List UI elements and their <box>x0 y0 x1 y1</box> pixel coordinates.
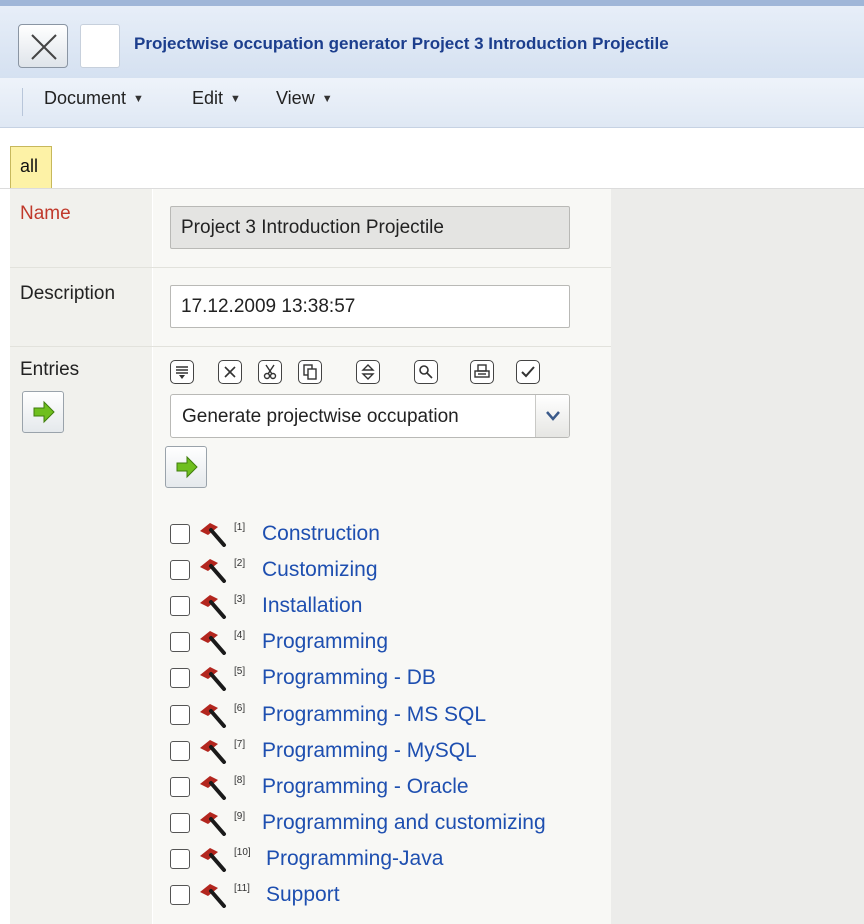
entry-checkbox[interactable] <box>170 632 190 652</box>
check-icon[interactable] <box>516 360 540 384</box>
document-icon <box>80 24 120 68</box>
description-field[interactable]: 17.12.2009 13:38:57 <box>170 285 570 328</box>
hammer-icon <box>200 704 226 728</box>
arrow-right-icon <box>33 400 55 424</box>
hammer-icon <box>200 667 226 691</box>
entry-number: [5] <box>234 666 246 677</box>
name-label: Name <box>20 203 71 224</box>
entry-checkbox[interactable] <box>170 560 190 580</box>
entry-link[interactable]: Programming - MS SQL <box>262 703 486 727</box>
entry-link[interactable]: Programming - Oracle <box>262 775 469 799</box>
menu-document[interactable]: Document ▼ <box>44 88 144 109</box>
window-title: Projectwise occupation generator Project… <box>134 34 669 53</box>
chevron-down-icon: ▼ <box>133 93 144 105</box>
name-field[interactable]: Project 3 Introduction Projectile <box>170 206 570 249</box>
entries-go-button[interactable] <box>22 391 64 433</box>
execute-action-button[interactable] <box>165 446 207 488</box>
cut-icon[interactable] <box>258 360 282 384</box>
entry-number: [7] <box>234 739 246 750</box>
description-label: Description <box>20 283 116 304</box>
entry-number: [8] <box>234 775 246 786</box>
menu-view[interactable]: View ▼ <box>276 88 333 109</box>
entry-checkbox[interactable] <box>170 813 190 833</box>
hammer-icon <box>200 848 226 872</box>
chevron-down-icon: ▼ <box>230 93 241 105</box>
hammer-icon <box>200 559 226 583</box>
menu-view-label: View <box>276 88 315 108</box>
menu-edit-label: Edit <box>192 88 224 108</box>
copy-icon[interactable] <box>298 360 322 384</box>
entry-number: [9] <box>234 811 246 822</box>
entry-link[interactable]: Construction <box>262 522 380 546</box>
entry-link[interactable]: Programming-Java <box>266 847 443 871</box>
row-divider <box>10 267 611 268</box>
print-icon[interactable] <box>470 360 494 384</box>
tab-all[interactable]: all <box>10 146 52 188</box>
entry-number: [2] <box>234 558 246 569</box>
hammer-icon <box>200 595 226 619</box>
close-button[interactable] <box>18 24 68 68</box>
close-icon <box>31 34 57 60</box>
title-bar: Projectwise occupation generator Project… <box>0 0 864 78</box>
hammer-icon <box>200 631 226 655</box>
delete-icon[interactable] <box>218 360 242 384</box>
hammer-icon <box>200 740 226 764</box>
entry-checkbox[interactable] <box>170 668 190 688</box>
action-select-value: Generate projectwise occupation <box>182 406 459 427</box>
entry-checkbox[interactable] <box>170 741 190 761</box>
entry-number: [11] <box>234 883 250 894</box>
entry-link[interactable]: Programming <box>262 630 388 654</box>
chevron-down-icon <box>546 411 560 421</box>
row-divider <box>10 346 611 347</box>
entry-number: [1] <box>234 522 246 533</box>
entry-checkbox[interactable] <box>170 596 190 616</box>
menu-separator <box>22 88 23 116</box>
entry-checkbox[interactable] <box>170 705 190 725</box>
menu-edit[interactable]: Edit ▼ <box>192 88 241 109</box>
entry-link[interactable]: Support <box>266 883 340 907</box>
hammer-icon <box>200 776 226 800</box>
select-dropdown-button[interactable] <box>535 395 569 437</box>
entry-number: [4] <box>234 630 246 641</box>
entry-link[interactable]: Programming - DB <box>262 666 436 690</box>
arrow-right-icon <box>176 455 198 479</box>
entry-checkbox[interactable] <box>170 524 190 544</box>
entry-number: [3] <box>234 594 246 605</box>
entry-number: [10] <box>234 847 251 858</box>
sort-icon[interactable] <box>356 360 380 384</box>
entry-number: [6] <box>234 703 246 714</box>
entry-link[interactable]: Programming and customizing <box>262 811 546 835</box>
entry-link[interactable]: Customizing <box>262 558 378 582</box>
hammer-icon <box>200 523 226 547</box>
list-icon[interactable] <box>170 360 194 384</box>
hammer-icon <box>200 884 226 908</box>
empty-panel <box>611 189 864 924</box>
entries-label: Entries <box>20 359 80 380</box>
menu-document-label: Document <box>44 88 127 108</box>
chevron-down-icon: ▼ <box>321 93 333 105</box>
search-icon[interactable] <box>414 360 438 384</box>
action-select[interactable]: Generate projectwise occupation <box>170 394 570 438</box>
entry-checkbox[interactable] <box>170 777 190 797</box>
entry-link[interactable]: Installation <box>262 594 362 618</box>
entry-checkbox[interactable] <box>170 849 190 869</box>
hammer-icon <box>200 812 226 836</box>
entry-checkbox[interactable] <box>170 885 190 905</box>
entry-link[interactable]: Programming - MySQL <box>262 739 477 763</box>
